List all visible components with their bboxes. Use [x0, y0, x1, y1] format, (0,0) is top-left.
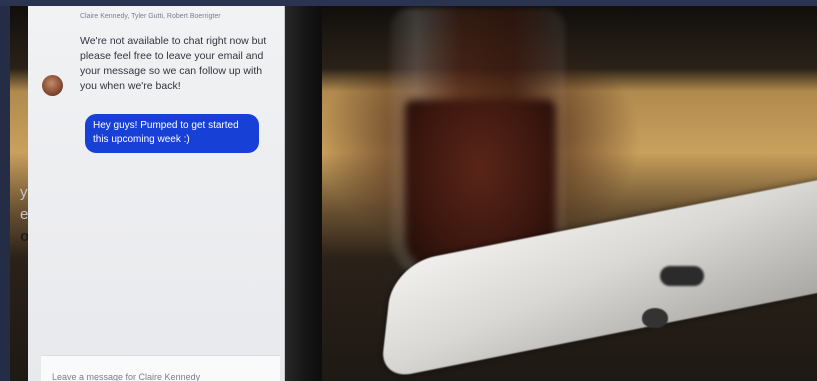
- phone-camera: [660, 266, 704, 286]
- agent-message: We're not available to chat right now bu…: [80, 35, 267, 92]
- apple-logo-icon: [642, 308, 668, 328]
- chat-panel: Claire Kennedy, Tyler Gutti, Robert Boer…: [28, 0, 285, 381]
- top-strip: [0, 0, 817, 6]
- photo-frame: yo eo o Claire Kennedy, Tyler Gutti, Rob…: [10, 0, 817, 381]
- message-input[interactable]: [52, 370, 272, 381]
- avatar: [42, 75, 63, 96]
- message-composer[interactable]: [41, 355, 280, 381]
- participants-list: Claire Kennedy, Tyler Gutti, Robert Boer…: [80, 13, 221, 20]
- left-edge: [0, 0, 10, 381]
- monitor-bezel: [282, 0, 322, 381]
- user-message-bubble: Hey guys! Pumped to get started this upc…: [85, 114, 259, 153]
